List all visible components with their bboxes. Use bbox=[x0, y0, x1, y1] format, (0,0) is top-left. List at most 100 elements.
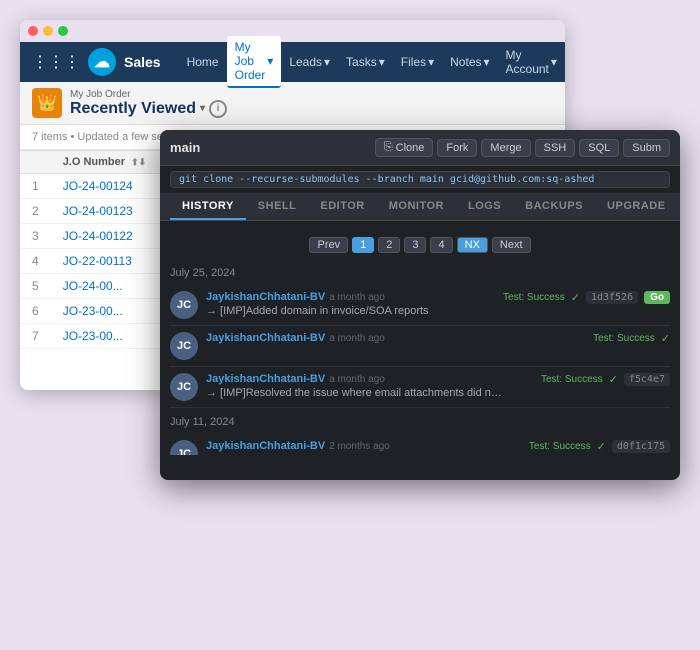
tab-settings[interactable]: SETTINGS bbox=[678, 194, 680, 220]
row-num: 3 bbox=[20, 224, 51, 249]
git-test-status: Test: Success bbox=[529, 441, 591, 452]
nav-notes[interactable]: Notes ▾ bbox=[442, 51, 497, 73]
check-icon: ✓ bbox=[609, 373, 618, 386]
clone-button[interactable]: ⎘ Clone bbox=[375, 138, 434, 157]
git-time: 2 months ago bbox=[329, 441, 390, 452]
git-test-status: Test: Success bbox=[593, 333, 655, 344]
chevron-down-icon: ▾ bbox=[379, 55, 385, 69]
git-author[interactable]: JaykishanChhatani-BV bbox=[206, 440, 325, 452]
chevron-down-icon: ▾ bbox=[267, 54, 273, 68]
page-title-dropdown-icon[interactable]: ▾ bbox=[200, 103, 205, 114]
tab-shell[interactable]: SHELL bbox=[246, 194, 309, 220]
git-titlebar: main ⎘ Clone Fork Merge SSH SQL Subm bbox=[160, 130, 680, 166]
git-commit-header: JaykishanChhatani-BV a month ago bbox=[206, 332, 585, 344]
tab-logs[interactable]: LOGS bbox=[456, 194, 513, 220]
check-icon: ✓ bbox=[597, 440, 606, 453]
git-date-header: July 25, 2024 bbox=[170, 267, 670, 279]
tab-history[interactable]: HISTORY bbox=[170, 194, 246, 220]
git-test-status: Test: Success bbox=[503, 292, 565, 303]
avatar: JC bbox=[170, 373, 198, 401]
chevron-down-icon: ▾ bbox=[484, 55, 490, 69]
git-time: a month ago bbox=[329, 333, 385, 344]
page-4-button[interactable]: 4 bbox=[430, 237, 452, 253]
jo-number-link[interactable]: JO-23-00... bbox=[63, 329, 123, 343]
sort-icon: ⬆⬇ bbox=[131, 157, 146, 167]
git-commit-right: Test: Success ✓ f5c4e7 bbox=[541, 373, 670, 386]
jo-number-link[interactable]: JO-24-00... bbox=[63, 279, 123, 293]
window-maximize-dot[interactable] bbox=[58, 26, 68, 36]
git-hash: f5c4e7 bbox=[624, 373, 670, 386]
jo-number-link[interactable]: JO-24-00122 bbox=[63, 229, 133, 243]
nav-home[interactable]: Home bbox=[179, 51, 227, 73]
prev-page-button[interactable]: Prev bbox=[309, 237, 348, 253]
tab-upgrade[interactable]: UPGRADE bbox=[595, 194, 678, 220]
avatar: JC bbox=[170, 440, 198, 455]
page-1-button[interactable]: 1 bbox=[352, 237, 374, 253]
git-commit-message: → [IMP]Resolved the issue where email at… bbox=[206, 387, 506, 399]
nav-my-job-order[interactable]: My Job Order ▾ bbox=[227, 36, 282, 88]
jo-number-link[interactable]: JO-24-00124 bbox=[63, 179, 133, 193]
row-num: 6 bbox=[20, 299, 51, 324]
git-content: Prev 1 2 3 4 NX Next July 25, 2024 JC Ja… bbox=[160, 221, 680, 455]
git-hash: d0f1c175 bbox=[612, 440, 670, 453]
git-commit: JC JaykishanChhatani-BV a month ago → [I… bbox=[170, 285, 670, 326]
git-time: a month ago bbox=[329, 374, 385, 385]
tab-backups[interactable]: BACKUPS bbox=[513, 194, 595, 220]
row-num: 7 bbox=[20, 324, 51, 349]
git-commit-body: JaykishanChhatani-BV 2 months ago → [IMP… bbox=[206, 440, 521, 455]
info-button[interactable]: i bbox=[209, 100, 227, 118]
nav-my-account[interactable]: My Account ▾ bbox=[498, 44, 565, 80]
git-author[interactable]: JaykishanChhatani-BV bbox=[206, 291, 325, 303]
git-commit-body: JaykishanChhatani-BV a month ago → [IMP]… bbox=[206, 291, 495, 317]
jo-number-link[interactable]: JO-24-00123 bbox=[63, 204, 133, 218]
nav-files[interactable]: Files ▾ bbox=[393, 51, 442, 73]
git-commit-body: JaykishanChhatani-BV a month ago bbox=[206, 332, 585, 346]
page-3-button[interactable]: 3 bbox=[404, 237, 426, 253]
git-commit-right: Test: Success ✓ d0f1c175 bbox=[529, 440, 670, 453]
page-2-button[interactable]: 2 bbox=[378, 237, 400, 253]
sql-button[interactable]: SQL bbox=[579, 139, 619, 157]
row-num: 2 bbox=[20, 199, 51, 224]
nav-tasks[interactable]: Tasks ▾ bbox=[338, 51, 393, 73]
git-tabs: HISTORY SHELL EDITOR MONITOR LOGS BACKUP… bbox=[160, 194, 680, 221]
git-author[interactable]: JaykishanChhatani-BV bbox=[206, 373, 325, 385]
nx-page-button[interactable]: NX bbox=[457, 237, 488, 253]
window-close-dot[interactable] bbox=[28, 26, 38, 36]
tab-editor[interactable]: EDITOR bbox=[308, 194, 376, 220]
fork-button[interactable]: Fork bbox=[437, 139, 477, 157]
sf-page-title-row: Recently Viewed ▾ i bbox=[70, 100, 227, 118]
git-commit-right: Test: Success ✓ bbox=[593, 332, 670, 345]
merge-button[interactable]: Merge bbox=[481, 139, 530, 157]
git-commit-header: JaykishanChhatani-BV 2 months ago bbox=[206, 440, 521, 452]
git-commit-body: JaykishanChhatani-BV a month ago → [IMP]… bbox=[206, 373, 533, 399]
sf-subheader: 👑 My Job Order Recently Viewed ▾ i bbox=[20, 82, 565, 125]
git-commit-header: JaykishanChhatani-BV a month ago bbox=[206, 373, 533, 385]
jo-number-link[interactable]: JO-22-00113 bbox=[63, 254, 132, 268]
git-commit-message: → [IMP]Added loggers to identify the cau… bbox=[206, 454, 506, 455]
nav-leads[interactable]: Leads ▾ bbox=[281, 51, 338, 73]
git-author[interactable]: JaykishanChhatani-BV bbox=[206, 332, 325, 344]
git-test-status: Test: Success bbox=[541, 374, 603, 385]
go-button[interactable]: Go bbox=[644, 291, 670, 304]
next-page-button[interactable]: Next bbox=[492, 237, 531, 253]
git-url-input[interactable]: git clone --recurse-submodules --branch … bbox=[170, 171, 670, 188]
window-minimize-dot[interactable] bbox=[43, 26, 53, 36]
git-commit-right: Test: Success ✓ 1d3f526 Go bbox=[503, 291, 670, 304]
avatar: JC bbox=[170, 332, 198, 360]
git-time: a month ago bbox=[329, 292, 385, 303]
chevron-down-icon: ▾ bbox=[324, 55, 330, 69]
app-name: Sales bbox=[124, 54, 161, 70]
ssh-button[interactable]: SSH bbox=[535, 139, 576, 157]
row-num: 1 bbox=[20, 174, 51, 199]
tab-monitor[interactable]: MONITOR bbox=[377, 194, 456, 220]
app-grid-icon[interactable]: ⋮⋮⋮ bbox=[32, 52, 80, 72]
subm-button[interactable]: Subm bbox=[623, 139, 670, 157]
git-commit-message: → [IMP]Added domain in invoice/SOA repor… bbox=[206, 305, 495, 317]
git-commit: JC JaykishanChhatani-BV 2 months ago → [… bbox=[170, 434, 670, 455]
clone-icon: ⎘ bbox=[384, 141, 393, 154]
jo-number-link[interactable]: JO-23-00... bbox=[63, 304, 123, 318]
salesforce-logo: ☁ bbox=[88, 48, 116, 76]
git-commit: JC JaykishanChhatani-BV a month ago Test… bbox=[170, 326, 670, 367]
check-icon: ✓ bbox=[571, 291, 580, 304]
git-commit-header: JaykishanChhatani-BV a month ago bbox=[206, 291, 495, 303]
